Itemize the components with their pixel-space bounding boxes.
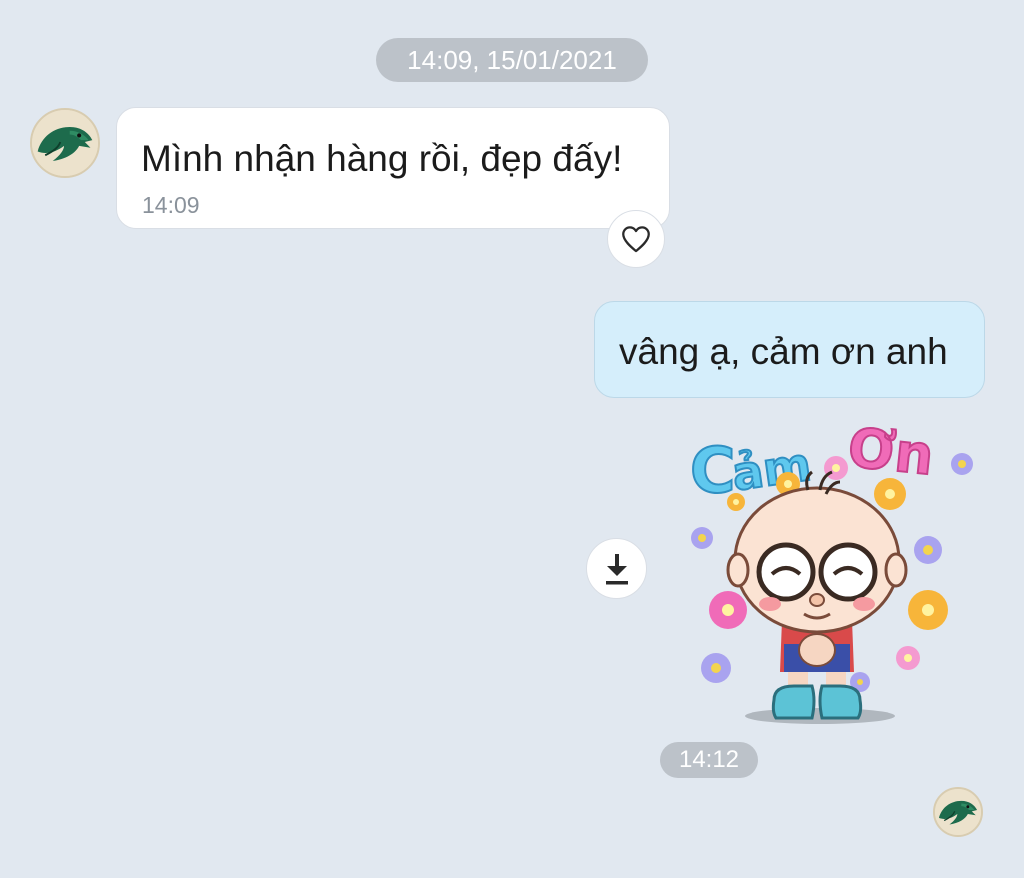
download-icon: [605, 553, 628, 584]
message-text: Mình nhận hàng rồi, đẹp đấy!: [141, 138, 623, 179]
heart-outline-icon: [622, 226, 650, 253]
outgoing-message-bubble[interactable]: vâng ạ, cảm ơn anh: [594, 301, 985, 398]
sender-avatar[interactable]: [30, 108, 100, 178]
svg-text:C: C: [690, 434, 736, 507]
date-separator: 14:09, 15/01/2021: [376, 38, 648, 82]
message-timestamp: 14:09: [142, 192, 200, 218]
eagle-avatar-icon: [935, 789, 981, 835]
time-separator: 14:12: [660, 742, 758, 778]
react-button[interactable]: [607, 210, 665, 268]
thank-you-sticker[interactable]: C ảm Ơn: [680, 400, 990, 730]
svg-text:Ơn: Ơn: [845, 416, 937, 488]
sticker-image: C ảm Ơn: [689, 415, 973, 724]
eagle-avatar-icon: [32, 110, 98, 176]
incoming-message-bubble[interactable]: Mình nhận hàng rồi, đẹp đấy! 14:09: [116, 107, 670, 229]
chat-thread: 14:09, 15/01/2021 Mình nhận hàng rồi, đẹ…: [0, 0, 1024, 878]
download-sticker-button[interactable]: [586, 538, 647, 599]
seen-avatar: [933, 787, 983, 837]
message-text: vâng ạ, cảm ơn anh: [619, 331, 948, 372]
